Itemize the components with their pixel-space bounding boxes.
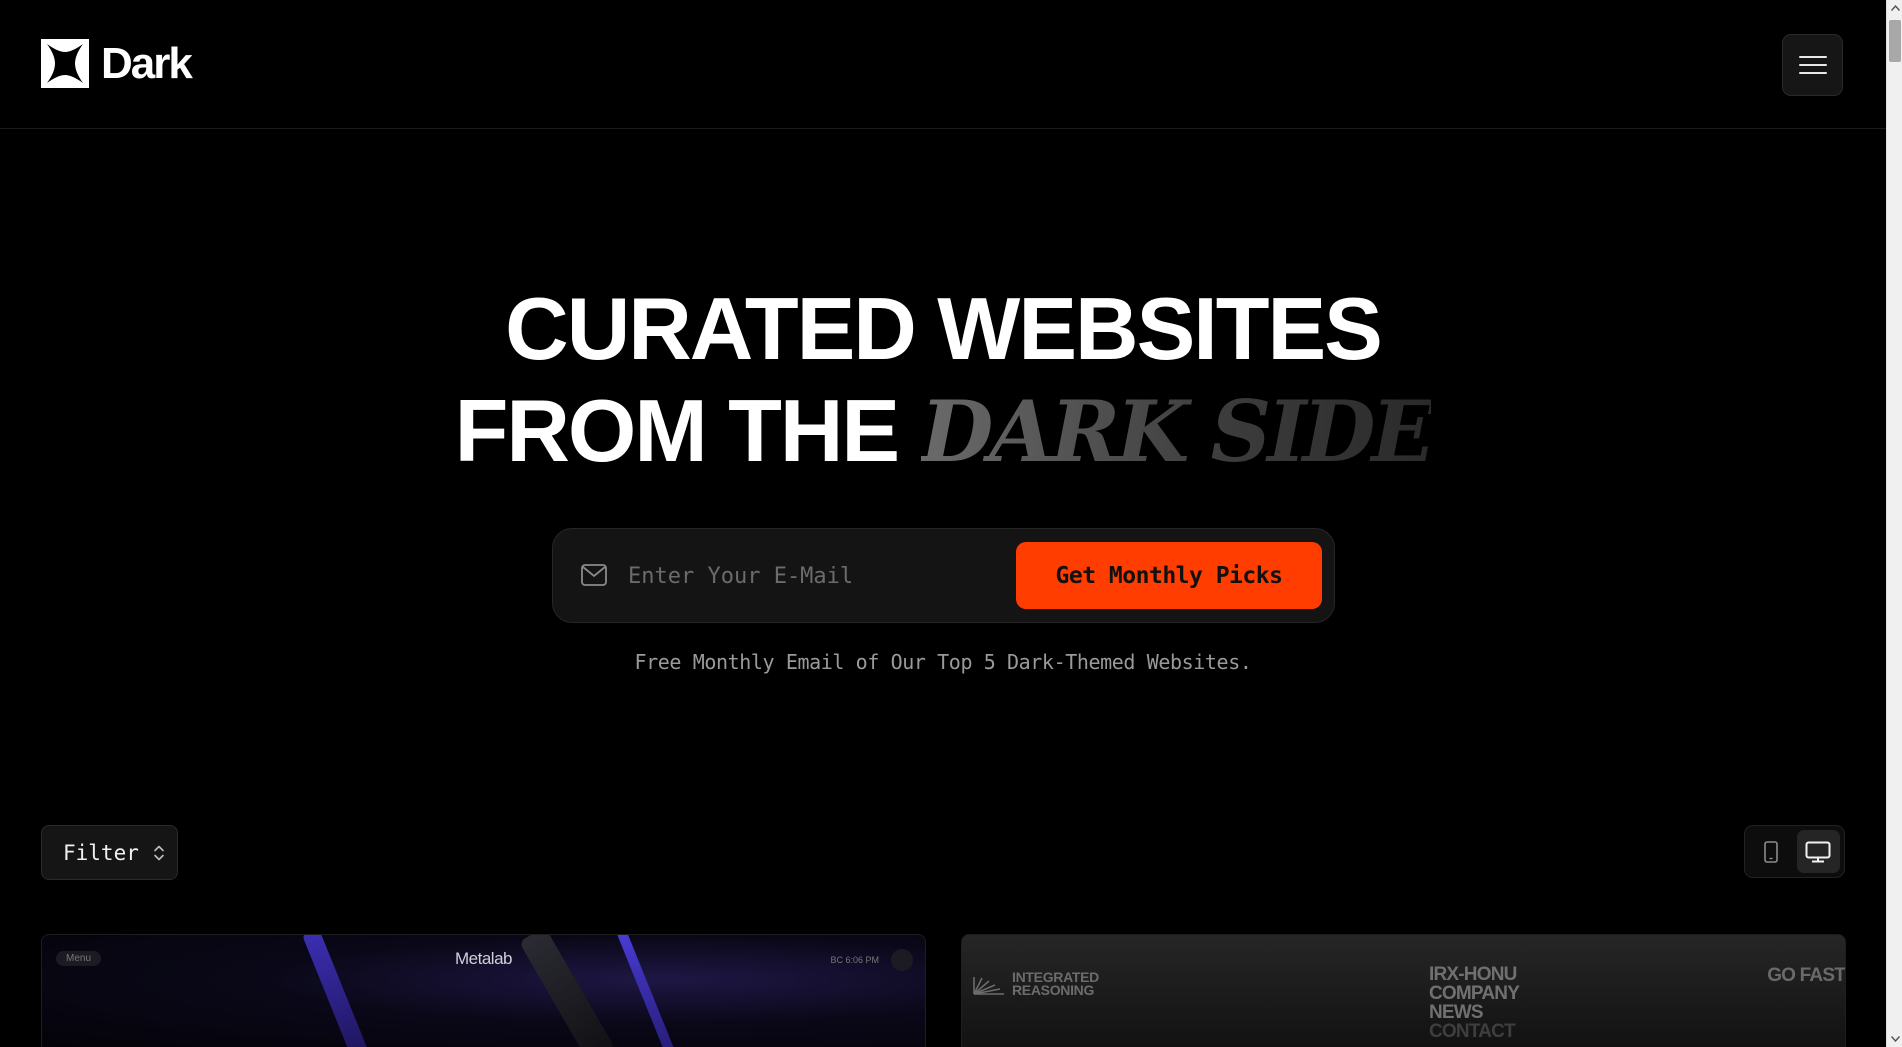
brand-logo-link[interactable]: Dark xyxy=(41,38,193,88)
scrollbar-thumb[interactable] xyxy=(1889,20,1901,62)
card-cta-text: GO FAST xyxy=(1767,965,1845,986)
card-time: BC 6:06 PM xyxy=(830,955,879,965)
mobile-icon xyxy=(1763,840,1778,863)
mobile-view-button[interactable] xyxy=(1749,830,1793,873)
site-card-metalab[interactable]: Menu Metalab BC 6:06 PM xyxy=(41,934,926,1047)
scroll-down-arrow[interactable] xyxy=(1887,1031,1902,1047)
caret-down-icon xyxy=(1890,1036,1900,1042)
vertical-scrollbar[interactable] xyxy=(1886,0,1902,1047)
filter-button[interactable]: Filter xyxy=(41,825,178,880)
hero-title-line-1: CURATED WEBSITES xyxy=(505,279,1383,378)
card-nav-item: IRX-HONU xyxy=(1429,964,1517,985)
desktop-icon xyxy=(1805,841,1831,862)
card-nav-item: NEWS xyxy=(1429,1002,1484,1023)
dark-logo-icon xyxy=(41,39,89,88)
card-avatar-dot xyxy=(891,949,913,971)
card-nav-item: CONTACT xyxy=(1429,1021,1516,1042)
hero-title-plain: FROM THE xyxy=(454,381,921,480)
card-site-name: Metalab xyxy=(455,949,512,968)
mail-icon xyxy=(581,564,607,586)
caret-up-icon xyxy=(1890,5,1900,11)
sunburst-logo-icon xyxy=(973,977,1004,995)
scroll-up-arrow[interactable] xyxy=(1887,0,1902,16)
filter-label: Filter xyxy=(63,840,139,865)
hero-note: Free Monthly Email of Our Top 5 Dark-The… xyxy=(634,650,1252,674)
desktop-view-button[interactable] xyxy=(1796,830,1840,873)
card-nav: IRX-HONU COMPANY NEWS CONTACT xyxy=(1429,964,1520,1042)
brand-name: Dark xyxy=(101,38,193,88)
card-nav-item: COMPANY xyxy=(1429,983,1520,1004)
hero-title-accent: DARK SIDE xyxy=(920,382,1436,481)
chevron-up-down-icon xyxy=(154,845,164,860)
hero-title: CURATED WEBSITES FROM THE DARK SIDE xyxy=(0,278,1886,483)
hamburger-menu-icon xyxy=(1798,56,1827,58)
card-logo: INTEGRATED REASONING xyxy=(972,969,1099,998)
email-input[interactable] xyxy=(628,553,1008,599)
menu-button[interactable] xyxy=(1782,34,1843,96)
view-toggle xyxy=(1744,825,1845,878)
subscribe-form: Get Monthly Picks xyxy=(552,528,1335,623)
site-card-integrated-reasoning[interactable]: INTEGRATED REASONING IRX-HONU COMPANY NE… xyxy=(961,934,1846,1047)
card-logo-text: INTEGRATED REASONING xyxy=(1012,969,1099,998)
site-header: Dark xyxy=(0,0,1886,129)
get-monthly-picks-button[interactable]: Get Monthly Picks xyxy=(1016,542,1322,609)
hero-title-line-2: FROM THE DARK SIDE xyxy=(0,380,1886,483)
